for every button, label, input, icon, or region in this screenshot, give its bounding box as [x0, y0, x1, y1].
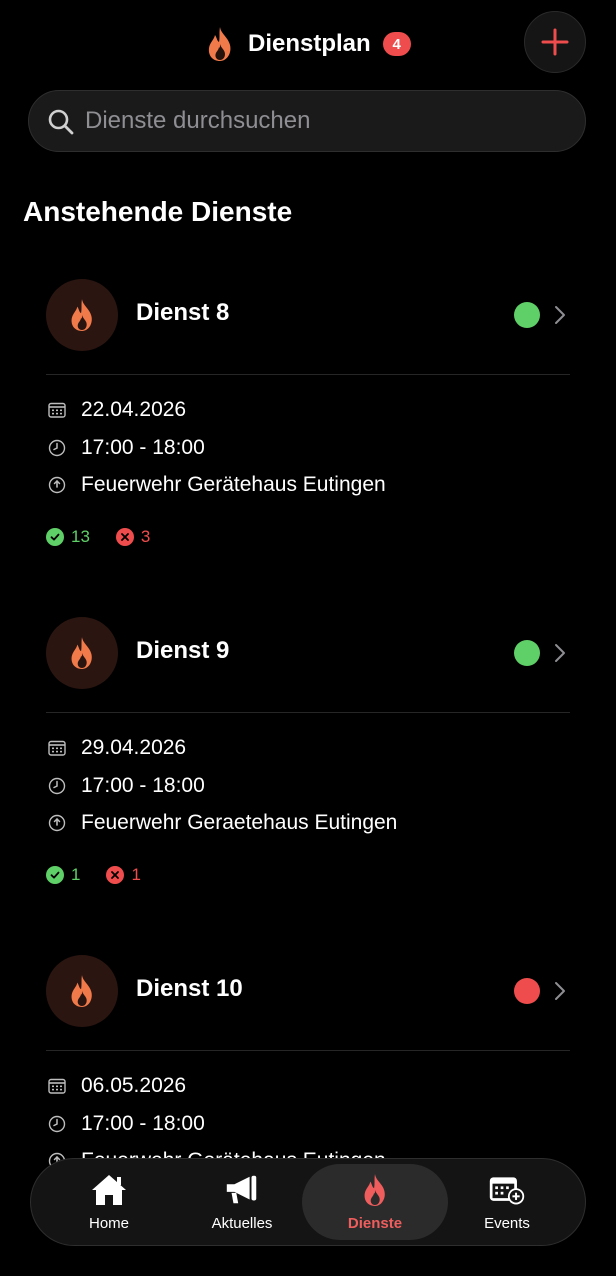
vote-summary: 1 1: [46, 863, 141, 887]
clock-icon: [47, 438, 67, 458]
status-indicator: [514, 978, 540, 1004]
chevron-right-icon[interactable]: [554, 643, 566, 663]
search-input[interactable]: [85, 91, 565, 151]
x-icon: [115, 528, 134, 546]
service-date: 06.05.2026: [81, 1074, 187, 1097]
x-icon: [106, 866, 125, 884]
tab-label: Home: [88, 1214, 129, 1232]
service-card-header[interactable]: Dienst 9: [46, 617, 570, 689]
megaphone-icon: [223, 1173, 261, 1207]
divider: [46, 712, 570, 713]
service-time: 17:00 - 18:00: [81, 1112, 205, 1135]
no-count: 1: [131, 865, 141, 884]
tab-aktuelles[interactable]: Aktuelles: [176, 1159, 308, 1245]
notification-badge: 4: [382, 32, 411, 56]
header-title-group: Dienstplan 4: [204, 24, 411, 64]
service-avatar: [46, 617, 118, 689]
add-button[interactable]: [524, 11, 586, 73]
chevron-right-icon[interactable]: [554, 981, 566, 1001]
location-icon: [47, 475, 67, 495]
service-location: Feuerwehr Geraetehaus Eutingen: [81, 811, 398, 834]
service-date-row: 29.04.2026: [46, 734, 186, 762]
clock-icon: [47, 1114, 67, 1134]
calendar-icon: [47, 400, 67, 420]
service-time-row: 17:00 - 18:00: [46, 434, 205, 462]
home-icon: [90, 1173, 128, 1207]
location-icon: [47, 813, 67, 833]
yes-count: 1: [71, 865, 81, 884]
service-card-header[interactable]: Dienst 10: [46, 955, 570, 1027]
service-date-row: 06.05.2026: [46, 1072, 186, 1100]
calendar-icon: [47, 738, 67, 758]
chevron-right-icon[interactable]: [554, 305, 566, 325]
tab-bar: Home Aktuelles Dienste Events: [30, 1158, 586, 1246]
divider: [46, 1050, 570, 1051]
divider: [46, 374, 570, 375]
plus-icon: [541, 28, 569, 56]
tab-dienste[interactable]: Dienste: [302, 1164, 448, 1240]
service-avatar: [46, 279, 118, 351]
service-title: Dienst 8: [136, 299, 230, 326]
service-date-row: 22.04.2026: [46, 396, 186, 424]
status-indicator: [514, 302, 540, 328]
service-time-row: 17:00 - 18:00: [46, 772, 205, 800]
flame-icon: [71, 637, 92, 669]
service-location: Feuerwehr Gerätehaus Eutingen: [81, 473, 386, 496]
no-count: 3: [140, 527, 151, 546]
service-title: Dienst 9: [136, 637, 230, 664]
calendar-add-icon: [488, 1173, 526, 1207]
flame-icon: [71, 299, 92, 331]
tab-label: Events: [484, 1214, 530, 1232]
calendar-icon: [47, 1076, 67, 1096]
service-title: Dienst 10: [136, 975, 243, 1002]
search-bar[interactable]: [28, 90, 586, 152]
search-icon: [48, 109, 74, 135]
service-time: 17:00 - 18:00: [81, 436, 205, 459]
page-title: Dienstplan: [248, 30, 371, 57]
service-card[interactable]: Dienst 9 29.04.2026 17:00 - 18:00 Feuerw…: [46, 617, 570, 907]
status-indicator: [514, 640, 540, 666]
tab-events[interactable]: Events: [441, 1159, 573, 1245]
service-date: 22.04.2026: [81, 398, 187, 421]
clock-icon: [47, 776, 67, 796]
service-date: 29.04.2026: [81, 736, 187, 759]
service-location-row: Feuerwehr Geraetehaus Eutingen: [46, 809, 397, 837]
service-time-row: 17:00 - 18:00: [46, 1110, 205, 1138]
flame-icon: [71, 975, 92, 1007]
flame-icon: [356, 1173, 394, 1207]
check-icon: [46, 866, 64, 884]
service-avatar: [46, 955, 118, 1027]
tab-label: Aktuelles: [211, 1214, 273, 1232]
tab-label: Dienste: [347, 1214, 403, 1232]
vote-summary: 13 3: [46, 525, 150, 549]
service-time: 17:00 - 18:00: [81, 774, 205, 797]
section-title: Anstehende Dienste: [23, 196, 293, 227]
service-card-header[interactable]: Dienst 8: [46, 279, 570, 351]
header: Dienstplan 4: [0, 0, 616, 86]
service-card[interactable]: Dienst 8 22.04.2026 17:00 - 18:00 Feuerw…: [46, 279, 570, 569]
check-icon: [46, 528, 64, 546]
tab-home[interactable]: Home: [43, 1159, 175, 1245]
yes-count: 13: [71, 527, 90, 546]
flame-icon: [208, 27, 231, 61]
service-location-row: Feuerwehr Gerätehaus Eutingen: [46, 471, 386, 499]
